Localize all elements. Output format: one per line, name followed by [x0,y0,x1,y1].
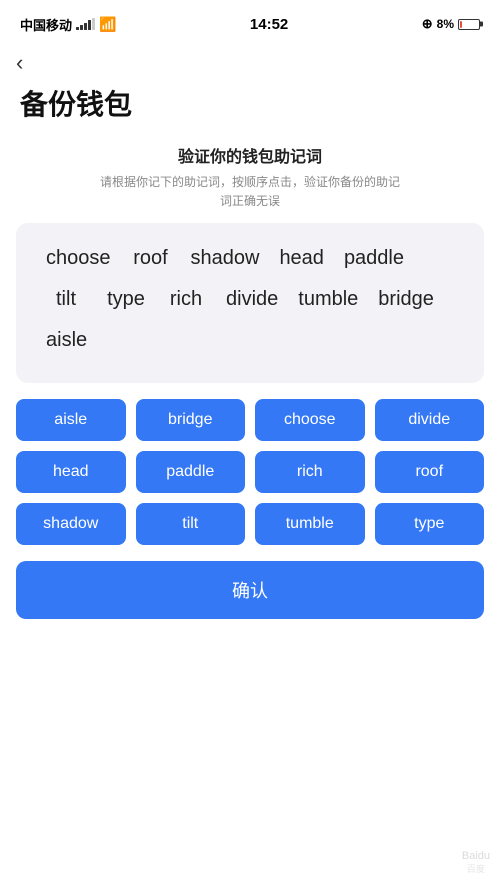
watermark: Baidu 百度 [462,850,490,875]
word-slot: tilt [36,284,96,315]
word-slot: bridge [368,284,444,315]
word-choice-button[interactable]: bridge [136,399,246,441]
word-choice-button[interactable]: paddle [136,451,246,493]
word-choice-button[interactable]: choose [255,399,365,441]
watermark-text: Baidu [462,850,490,862]
word-slot: choose [36,243,121,274]
word-slot: tumble [288,284,368,315]
word-choice-button[interactable]: shadow [16,503,126,545]
wifi-icon: 📶 [99,16,116,33]
word-choice-button[interactable]: tumble [255,503,365,545]
word-display-box: chooseroofshadowheadpaddle tilttyperichdi… [16,223,484,383]
word-slot: rich [156,284,216,315]
word-buttons-grid: aislebridgechoosedivide headpaddlerichroo… [0,383,500,557]
status-left: 中国移动 📶 [20,15,116,34]
word-slot: shadow [181,243,270,274]
circle-icon: ⊕ [422,16,433,32]
status-bar: 中国移动 📶 14:52 ⊕ 8% [0,0,500,44]
word-slot: type [96,284,156,315]
word-slot: divide [216,284,288,315]
word-choice-button[interactable]: divide [375,399,485,441]
word-slot: head [269,243,334,274]
confirm-button[interactable]: 确认 [16,561,484,619]
section-desc: 请根据你记下的助记词，按顺序点击，验证你备份的助记词正确无误 [0,173,500,211]
word-choice-button[interactable]: aisle [16,399,126,441]
word-slot: paddle [334,243,414,274]
word-choice-button[interactable]: rich [255,451,365,493]
word-slot: roof [121,243,181,274]
status-time: 14:52 [250,16,288,33]
back-arrow-icon: ‹ [16,50,23,75]
battery-icon [458,19,480,30]
section-title: 验证你的钱包助记词 [0,143,500,167]
status-right: ⊕ 8% [422,16,480,32]
word-choice-button[interactable]: roof [375,451,485,493]
word-slots-container: chooseroofshadowheadpaddle tilttyperichdi… [36,243,464,356]
page-title: 备份钱包 [0,79,500,143]
signal-icon [76,18,95,30]
carrier-label: 中国移动 [20,15,72,34]
word-choice-button[interactable]: type [375,503,485,545]
back-button[interactable]: ‹ [0,44,500,79]
word-choice-button[interactable]: tilt [136,503,246,545]
word-choice-button[interactable]: head [16,451,126,493]
word-slot: aisle [36,325,97,356]
battery-percent: 8% [437,17,454,31]
